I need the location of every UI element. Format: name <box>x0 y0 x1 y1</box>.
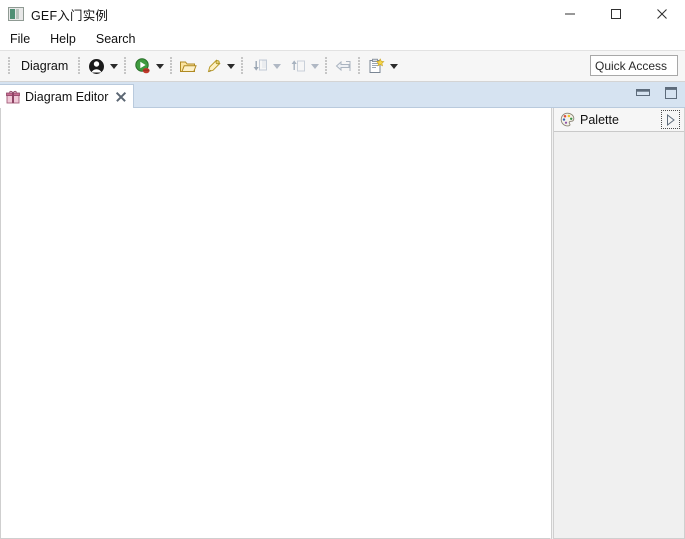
step-into-icon <box>253 59 267 71</box>
pin-button[interactable] <box>202 55 224 77</box>
toolbar-grip[interactable] <box>124 57 128 75</box>
chevron-down-icon <box>272 63 281 69</box>
palette-header: Palette <box>554 108 684 132</box>
tab-diagram-editor[interactable]: Diagram Editor <box>0 84 135 108</box>
chevron-down-icon <box>389 63 398 69</box>
quick-access-input[interactable]: Quick Access <box>590 55 678 76</box>
palette-body[interactable] <box>554 132 684 538</box>
person-icon <box>88 58 104 74</box>
title-bar: GEF入门实例 <box>0 0 685 28</box>
editor-tab-bar: Diagram Editor <box>0 82 685 108</box>
run-button[interactable] <box>131 55 153 77</box>
step-return-dropdown-button[interactable] <box>308 55 321 77</box>
toolbar-grip[interactable] <box>78 57 82 75</box>
toolbar-section-label: Diagram <box>21 59 69 73</box>
step-return-button[interactable] <box>286 55 308 77</box>
toolbar-separator <box>200 57 201 75</box>
palette-title: Palette <box>580 112 619 127</box>
application-window: GEF入门实例 File Help Search Diagram Quick A… <box>0 0 685 539</box>
person-dropdown-button[interactable] <box>107 55 120 77</box>
window-controls <box>547 0 685 28</box>
close-tab-icon[interactable] <box>115 91 126 102</box>
run-icon <box>135 57 150 73</box>
menu-item-help[interactable]: Help <box>48 30 85 48</box>
step-return-icon <box>291 59 305 71</box>
maximize-icon <box>611 9 621 19</box>
chevron-down-icon <box>109 63 118 69</box>
toolbar-grip[interactable] <box>241 57 245 75</box>
expand-palette-icon <box>667 113 675 126</box>
back-arrow-button[interactable] <box>332 55 354 77</box>
tab-label: Diagram Editor <box>25 89 109 104</box>
maximize-editor-button[interactable] <box>663 86 679 100</box>
open-folder-icon <box>180 61 197 72</box>
toolbar-grip[interactable] <box>358 57 362 75</box>
new-document-button[interactable] <box>365 55 387 77</box>
close-window-button[interactable] <box>639 0 685 28</box>
work-area: Palette <box>0 108 685 539</box>
expand-palette-button[interactable] <box>661 110 680 129</box>
step-into-button[interactable] <box>248 55 270 77</box>
toolbar-grip[interactable] <box>325 57 329 75</box>
diagram-editor-icon <box>6 90 20 104</box>
minimize-icon <box>565 13 575 15</box>
chevron-down-icon <box>155 63 164 69</box>
close-icon <box>657 9 667 19</box>
back-arrow-icon <box>335 60 351 71</box>
editor-panel-controls <box>635 86 679 100</box>
minimize-panel-icon <box>636 89 650 96</box>
maximize-panel-icon <box>665 87 677 99</box>
run-dropdown-button[interactable] <box>153 55 166 77</box>
toolbar-grip[interactable] <box>170 57 174 75</box>
new-document-icon <box>369 57 385 73</box>
step-into-dropdown-button[interactable] <box>270 55 283 77</box>
palette-panel: Palette <box>554 108 685 539</box>
person-button[interactable] <box>85 55 107 77</box>
app-icon <box>8 7 24 21</box>
palette-icon <box>560 112 575 127</box>
main-toolbar: Diagram Quick Access <box>0 50 685 82</box>
chevron-down-icon <box>310 63 319 69</box>
toolbar-grip[interactable] <box>8 57 11 75</box>
maximize-window-button[interactable] <box>593 0 639 28</box>
pin-icon <box>208 58 221 72</box>
pin-dropdown-button[interactable] <box>224 55 237 77</box>
toolbar-separator <box>284 57 285 75</box>
menu-item-search[interactable]: Search <box>94 30 145 48</box>
chevron-down-icon <box>226 63 235 69</box>
menu-item-file[interactable]: File <box>8 30 39 48</box>
menu-bar: File Help Search <box>0 28 685 50</box>
minimize-editor-button[interactable] <box>635 86 651 100</box>
minimize-window-button[interactable] <box>547 0 593 28</box>
new-document-dropdown-button[interactable] <box>387 55 400 77</box>
diagram-canvas[interactable] <box>0 108 551 539</box>
window-title: GEF入门实例 <box>31 8 109 23</box>
open-folder-button[interactable] <box>177 55 199 77</box>
